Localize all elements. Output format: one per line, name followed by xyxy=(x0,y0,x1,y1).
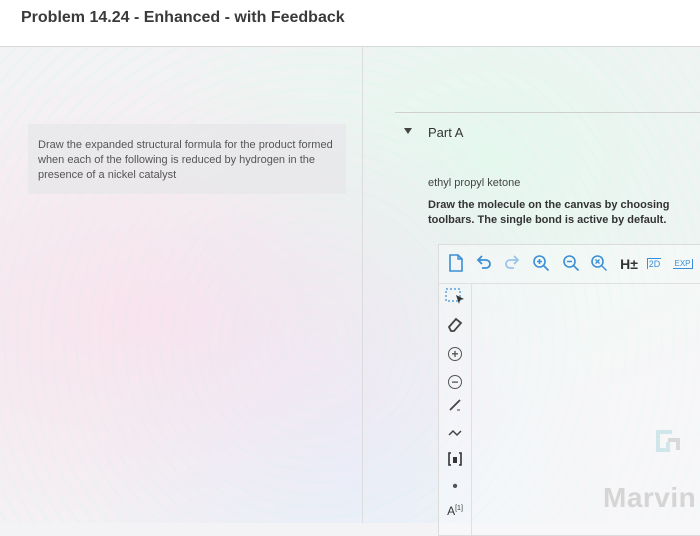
zoom-reset-icon[interactable] xyxy=(589,254,609,274)
explicit-hydrogens-button[interactable]: H± xyxy=(615,254,643,274)
part-separator xyxy=(395,112,700,113)
abbreviation-tool[interactable]: A[1] xyxy=(443,499,467,519)
expand-button[interactable]: EXP xyxy=(671,254,695,274)
clean-2d-label: 2D xyxy=(646,258,662,269)
chain-tool-icon[interactable] xyxy=(443,423,467,443)
negative-charge-icon[interactable]: − xyxy=(443,371,467,391)
expand-label: EXP xyxy=(673,259,693,269)
problem-instructions-box: Draw the expanded structural formula for… xyxy=(28,124,346,194)
problem-instructions-text: Draw the expanded structural formula for… xyxy=(38,139,333,181)
positive-charge-icon[interactable]: + xyxy=(443,343,467,363)
zoom-in-icon[interactable] xyxy=(531,254,551,274)
page-header: Problem 14.24 - Enhanced - with Feedback xyxy=(0,0,700,47)
redo-icon[interactable] xyxy=(503,254,521,274)
column-divider xyxy=(362,46,363,523)
editor-top-toolbar: H± 2D EXP xyxy=(439,245,700,284)
part-a-label[interactable]: Part A xyxy=(428,125,463,140)
eraser-icon[interactable] xyxy=(443,315,467,335)
drawing-instruction: Draw the molecule on the canvas by choos… xyxy=(428,198,700,228)
zoom-out-icon[interactable] xyxy=(561,254,581,274)
page-title: Problem 14.24 - Enhanced - with Feedback xyxy=(21,9,345,26)
editor-left-toolbar: + − • A[1] xyxy=(439,283,472,535)
undo-icon[interactable] xyxy=(475,254,493,274)
clean-2d-button[interactable]: 2D xyxy=(643,254,665,274)
selection-tool-icon[interactable] xyxy=(443,287,467,307)
new-document-icon[interactable] xyxy=(447,254,465,274)
radical-tool-icon[interactable]: • xyxy=(443,477,467,497)
single-bond-icon[interactable] xyxy=(443,397,467,417)
drawing-instruction-line-1: Draw the molecule on the canvas by choos… xyxy=(428,199,670,211)
marvin-logo-icon xyxy=(648,420,688,460)
drawing-instruction-line-2: toolbars. The single bond is active by d… xyxy=(428,214,667,226)
compound-name: ethyl propyl ketone xyxy=(428,177,521,189)
bracket-tool-icon[interactable] xyxy=(443,451,467,471)
abbreviation-tool-label: A xyxy=(447,504,456,518)
abbreviation-tool-sub: [1] xyxy=(455,505,463,512)
collapse-caret-icon[interactable] xyxy=(404,128,412,134)
marvin-brand-watermark: Marvin xyxy=(603,482,697,513)
